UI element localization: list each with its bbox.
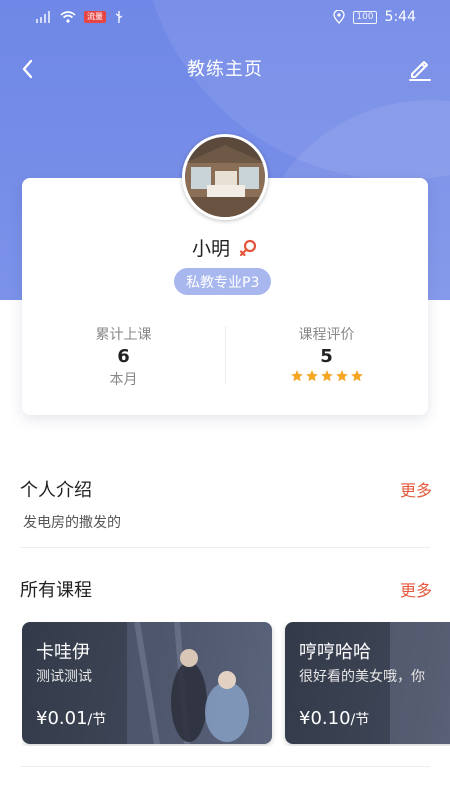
star-icon [350,370,363,382]
course-name: 卡哇伊 [36,642,90,663]
courses-header: 所有课程 更多 [20,576,432,602]
stat-sub: 本月 [109,372,138,388]
star-rating [290,369,364,383]
section-title: 个人介绍 [20,480,92,501]
page-title: 教练主页 [187,59,263,80]
course-desc: 很好看的美女哦，你 [299,669,425,685]
coach-name: 小明 [191,238,230,260]
course-price: ¥0.01/节 [36,708,106,729]
edit-pencil-icon[interactable] [406,54,434,82]
course-price: ¥0.10/节 [299,708,369,729]
level-badge: 私教专业P3 [174,268,272,295]
price-value: ¥0.01 [36,708,88,729]
stats-row: 累计上课 6 本月 课程评价 5 [22,324,428,388]
stat-lessons: 累计上课 6 本月 [22,324,225,388]
star-icon [290,370,303,382]
intro-header: 个人介绍 更多 [20,476,432,502]
nav-bar: 教练主页 [0,48,450,88]
stat-value: 5 [320,346,333,367]
usb-icon [114,10,124,24]
status-bar: 流量 100 5:44 [0,0,450,34]
battery-indicator: 100 [353,10,377,24]
section-title: 所有课程 [20,580,92,601]
price-unit: /节 [87,712,107,728]
courses-more-link[interactable]: 更多 [400,577,432,601]
course-card[interactable]: 哼哼哈哈 很好看的美女哦，你 ¥0.10/节 [285,622,450,744]
star-icon [305,370,318,382]
course-desc: 测试测试 [36,669,92,685]
female-gender-icon [238,238,258,258]
intro-text: 发电房的撒发的 [23,515,121,531]
course-card[interactable]: 卡哇伊 测试测试 ¥0.01/节 [22,622,272,744]
signal-icon [36,11,52,23]
star-icon [320,370,333,382]
stat-rating: 课程评价 5 [225,324,428,388]
divider [20,547,430,548]
divider [20,766,430,767]
stat-divider [225,326,226,384]
price-unit: /节 [350,712,370,728]
course-list: 卡哇伊 测试测试 ¥0.01/节 哼哼哈哈 很好看的美女哦，你 ¥0.10/节 [22,622,450,746]
coach-avatar[interactable] [182,134,268,220]
intro-more-link[interactable]: 更多 [400,477,432,501]
stat-label: 累计上课 [95,327,152,343]
clock: 5:44 [384,9,416,25]
course-artwork [127,622,272,744]
stat-label: 课程评价 [298,327,355,343]
price-value: ¥0.10 [299,708,351,729]
star-icon [335,370,348,382]
stat-value: 6 [117,346,130,367]
course-name: 哼哼哈哈 [299,642,371,663]
wifi-icon [60,11,76,23]
back-arrow-icon[interactable] [16,56,42,82]
location-icon [333,10,346,24]
data-badge: 流量 [84,11,106,23]
